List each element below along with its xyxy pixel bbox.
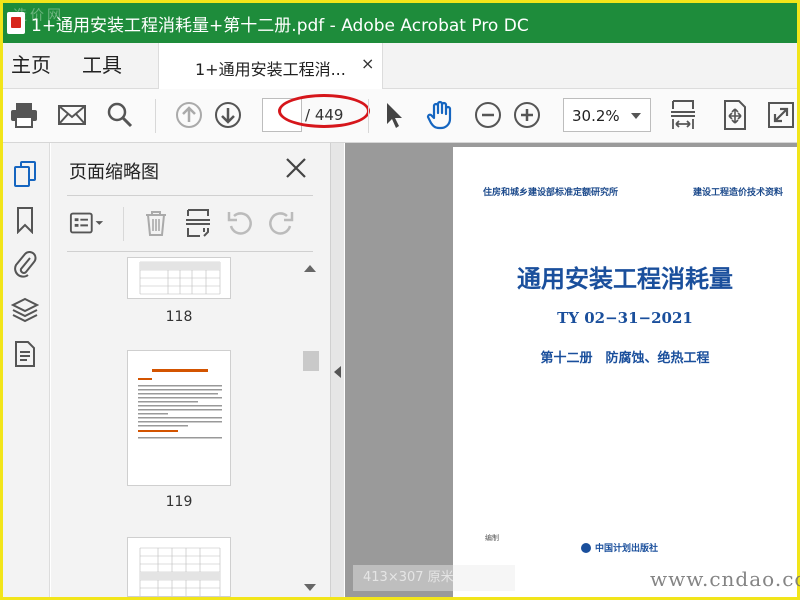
- thumbnail-page-number: 118: [165, 309, 193, 325]
- thumbnail-page-number: 119: [165, 494, 193, 510]
- cover-publisher: 中国计划出版社: [581, 541, 658, 554]
- window-title: 1+通用安装工程消耗量+第十二册.pdf - Adobe Acrobat Pro…: [31, 15, 529, 36]
- navigation-rail: [3, 143, 50, 597]
- cover-title: 通用安装工程消耗量: [517, 265, 733, 293]
- panel-title: 页面缩略图: [69, 162, 159, 183]
- tab-bar: 主页 工具 1+通用安装工程消... ×: [3, 43, 797, 89]
- toolbar-divider: [368, 99, 369, 133]
- cover-subtitle: 第十二册 防腐蚀、绝热工程: [540, 351, 710, 366]
- toolbar-divider: [155, 99, 156, 133]
- highlight-ellipse: [278, 94, 370, 128]
- panel-divider: [67, 195, 313, 196]
- tab-tools[interactable]: 工具: [82, 43, 122, 88]
- zoom-value: 30.2%: [572, 107, 620, 125]
- zoom-out-icon[interactable]: [472, 99, 504, 131]
- cover-code: TY 02−31−2021: [557, 309, 693, 327]
- document-page: 住房和城乡建设部标准定额研究所 建设工程造价技术资料 通用安装工程消耗量 TY …: [453, 147, 797, 597]
- pdf-file-icon: [7, 12, 25, 34]
- close-tab-icon[interactable]: ×: [361, 54, 374, 73]
- panel-splitter[interactable]: [330, 143, 344, 597]
- page-up-icon[interactable]: [173, 99, 205, 131]
- rotate-right-icon[interactable]: [263, 205, 299, 241]
- zoom-dropdown[interactable]: 30.2%: [563, 98, 651, 132]
- thumbnail-page[interactable]: [127, 350, 231, 486]
- thumbnail-panel: 页面缩略图 118 119: [51, 143, 330, 597]
- rotate-left-icon[interactable]: [222, 205, 258, 241]
- extract-pages-icon[interactable]: [180, 205, 216, 241]
- page-size-overlay: 413×307 原米: [353, 565, 515, 591]
- chevron-down-icon: [631, 113, 641, 119]
- cover-header: 住房和城乡建设部标准定额研究所 建设工程造价技术资料: [483, 185, 783, 198]
- attachment-icon[interactable]: [10, 249, 40, 279]
- layers-icon[interactable]: [10, 295, 40, 325]
- document-properties-icon[interactable]: [10, 339, 40, 369]
- fit-page-icon[interactable]: [719, 99, 751, 131]
- email-icon[interactable]: [56, 99, 88, 131]
- document-view[interactable]: 住房和城乡建设部标准定额研究所 建设工程造价技术资料 通用安装工程消耗量 TY …: [345, 143, 797, 597]
- scroll-down-icon[interactable]: [304, 584, 316, 591]
- tab-document[interactable]: 1+通用安装工程消... ×: [158, 43, 383, 89]
- thumbnail-page[interactable]: [127, 257, 231, 299]
- page-down-icon[interactable]: [212, 99, 244, 131]
- print-icon[interactable]: [8, 99, 40, 131]
- close-icon[interactable]: [283, 155, 309, 181]
- tab-document-label: 1+通用安装工程消...: [195, 60, 346, 79]
- panel-tool-divider: [123, 207, 124, 241]
- thumbnail-page[interactable]: [127, 537, 231, 597]
- scroll-up-icon[interactable]: [304, 265, 316, 272]
- hand-icon[interactable]: [424, 99, 456, 131]
- page-thumbnails-icon[interactable]: [10, 159, 40, 189]
- cover-org-left: 住房和城乡建设部标准定额研究所: [483, 188, 619, 198]
- scrollbar-thumb[interactable]: [303, 351, 319, 371]
- cover-note: 编制: [485, 534, 499, 542]
- collapse-panel-icon[interactable]: [334, 366, 341, 378]
- search-icon[interactable]: [104, 99, 136, 131]
- publisher-emblem-icon: [581, 542, 591, 553]
- panel-divider: [67, 251, 313, 252]
- zoom-in-icon[interactable]: [511, 99, 543, 131]
- toolbar: / 449 30.2%: [3, 89, 797, 143]
- thumbnail-options-icon[interactable]: [69, 205, 105, 241]
- tab-home[interactable]: 主页: [11, 43, 51, 88]
- fullscreen-icon[interactable]: [765, 99, 797, 131]
- site-watermark: www.cndao.com: [650, 567, 800, 591]
- bookmark-icon[interactable]: [10, 205, 40, 235]
- thumbnail-scrollbar[interactable]: [301, 261, 319, 595]
- select-arrow-icon[interactable]: [377, 99, 409, 131]
- title-bar: 造价网 1+通用安装工程消耗量+第十二册.pdf - Adobe Acrobat…: [3, 3, 797, 43]
- cover-org-right: 建设工程造价技术资料: [692, 188, 783, 198]
- fit-width-icon[interactable]: [667, 99, 699, 131]
- delete-icon[interactable]: [138, 205, 174, 241]
- cover-publisher-name: 中国计划出版社: [595, 544, 659, 554]
